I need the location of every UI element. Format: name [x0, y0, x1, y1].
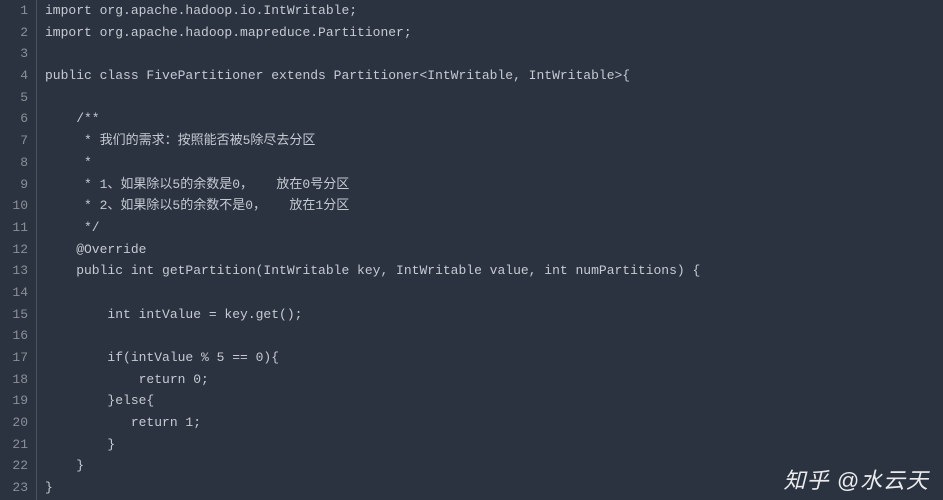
line-number: 10: [10, 195, 28, 217]
line-number: 21: [10, 434, 28, 456]
line-number: 3: [10, 43, 28, 65]
line-number: 2: [10, 22, 28, 44]
line-number: 15: [10, 304, 28, 326]
code-line: @Override: [45, 239, 943, 261]
code-line: int intValue = key.get();: [45, 304, 943, 326]
line-number: 20: [10, 412, 28, 434]
code-line: if(intValue % 5 == 0){: [45, 347, 943, 369]
line-number: 19: [10, 390, 28, 412]
line-number: 22: [10, 455, 28, 477]
line-number: 17: [10, 347, 28, 369]
code-line: return 0;: [45, 369, 943, 391]
code-line: return 1;: [45, 412, 943, 434]
code-line: public class FivePartitioner extends Par…: [45, 65, 943, 87]
code-line: /**: [45, 108, 943, 130]
code-line: *: [45, 152, 943, 174]
code-line: }else{: [45, 390, 943, 412]
code-line: */: [45, 217, 943, 239]
code-content: import org.apache.hadoop.io.IntWritable;…: [37, 0, 943, 500]
line-number: 5: [10, 87, 28, 109]
line-number: 12: [10, 239, 28, 261]
line-number: 6: [10, 108, 28, 130]
code-line: [45, 87, 943, 109]
code-line: import org.apache.hadoop.io.IntWritable;: [45, 0, 943, 22]
line-number-gutter: 1234567891011121314151617181920212223: [0, 0, 36, 500]
line-number: 13: [10, 260, 28, 282]
code-line: [45, 325, 943, 347]
code-line: public int getPartition(IntWritable key,…: [45, 260, 943, 282]
code-line: import org.apache.hadoop.mapreduce.Parti…: [45, 22, 943, 44]
line-number: 16: [10, 325, 28, 347]
line-number: 14: [10, 282, 28, 304]
watermark-text: 知乎 @水云天: [784, 470, 929, 492]
line-number: 7: [10, 130, 28, 152]
line-number: 11: [10, 217, 28, 239]
line-number: 9: [10, 174, 28, 196]
code-line: * 2、如果除以5的余数不是0， 放在1分区: [45, 195, 943, 217]
line-number: 4: [10, 65, 28, 87]
code-editor: 1234567891011121314151617181920212223 im…: [0, 0, 943, 500]
line-number: 23: [10, 477, 28, 499]
code-line: [45, 282, 943, 304]
code-line: * 我们的需求：按照能否被5除尽去分区: [45, 130, 943, 152]
line-number: 8: [10, 152, 28, 174]
code-line: [45, 43, 943, 65]
line-number: 18: [10, 369, 28, 391]
code-line: }: [45, 434, 943, 456]
code-line: * 1、如果除以5的余数是0， 放在0号分区: [45, 174, 943, 196]
line-number: 1: [10, 0, 28, 22]
